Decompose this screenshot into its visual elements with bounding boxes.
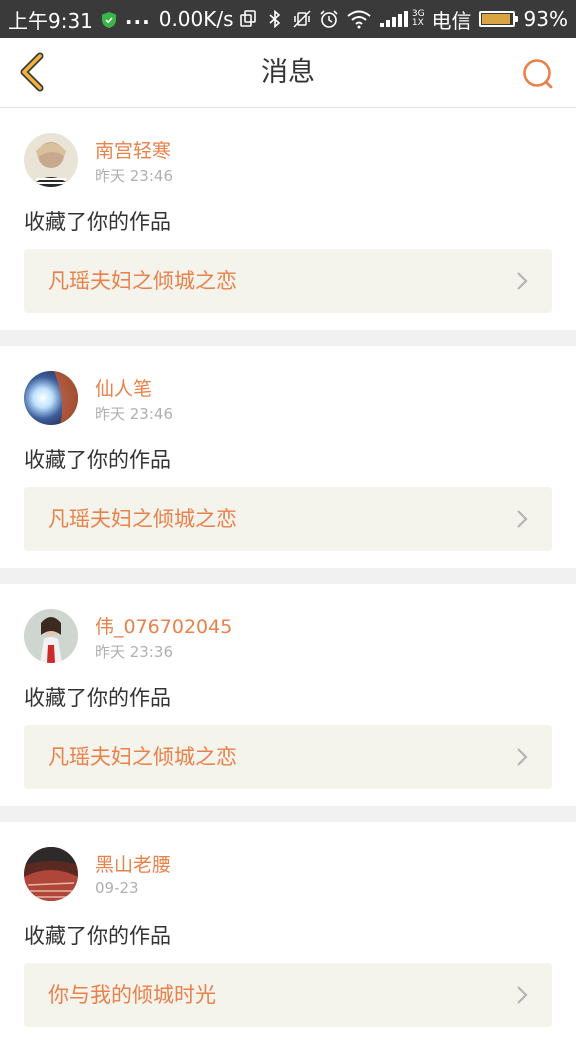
avatar[interactable] (24, 609, 78, 663)
message-text: 收藏了你的作品 (24, 448, 171, 472)
bluetooth-icon (265, 9, 285, 29)
more-notifications-icon: ... (124, 5, 151, 29)
message-text: 收藏了你的作品 (24, 210, 171, 234)
message-card: 黑山老腰 09-23 收藏了你的作品 你与我的倾城时光 (0, 822, 576, 1044)
message-card: 伟_076702045 昨天 23:36 收藏了你的作品 凡瑶夫妇之倾城之恋 (0, 584, 576, 806)
avatar[interactable] (24, 371, 78, 425)
carrier-name: 电信 (431, 8, 472, 33)
message-time: 昨天 23:46 (95, 167, 173, 185)
message-time: 昨天 23:46 (95, 405, 173, 423)
avatar[interactable] (24, 133, 78, 187)
security-shield-icon (101, 10, 117, 28)
sender-name[interactable]: 南宫轻寒 (95, 136, 171, 163)
message-text: 收藏了你的作品 (24, 686, 171, 710)
work-title: 凡瑶夫妇之倾城之恋 (48, 745, 237, 769)
work-title: 你与我的倾城时光 (48, 983, 216, 1007)
chevron-right-icon (517, 748, 528, 766)
vibrate-off-icon (292, 9, 312, 29)
sender-name[interactable]: 仙人笔 (95, 374, 152, 401)
network-speed: 0.00K/s (158, 7, 234, 31)
work-link[interactable]: 凡瑶夫妇之倾城之恋 (24, 249, 552, 313)
screen-rotation-icon (238, 9, 258, 29)
sender-name[interactable]: 伟_076702045 (95, 612, 232, 639)
alarm-icon (319, 9, 339, 29)
chevron-right-icon (517, 510, 528, 528)
message-card: 南宫轻寒 昨天 23:46 收藏了你的作品 凡瑶夫妇之倾城之恋 (0, 108, 576, 330)
message-time: 昨天 23:36 (95, 643, 173, 661)
header-bar: 消息 (0, 38, 576, 108)
chevron-right-icon (517, 272, 528, 290)
battery-level-fill (481, 14, 510, 24)
page-title: 消息 (261, 57, 315, 88)
battery-icon (478, 11, 518, 27)
wifi-icon (346, 9, 372, 29)
status-time: 上午9:31 (8, 8, 93, 33)
work-link[interactable]: 你与我的倾城时光 (24, 963, 552, 1027)
signal-strength-icon (379, 9, 409, 29)
battery-percent: 93% (523, 7, 568, 31)
message-card: 仙人笔 昨天 23:46 收藏了你的作品 凡瑶夫妇之倾城之恋 (0, 346, 576, 568)
work-title: 凡瑶夫妇之倾城之恋 (48, 269, 237, 293)
search-icon (523, 59, 553, 89)
sender-name[interactable]: 黑山老腰 (95, 850, 171, 877)
work-link[interactable]: 凡瑶夫妇之倾城之恋 (24, 725, 552, 789)
message-time: 09-23 (95, 879, 139, 897)
search-button[interactable] (520, 56, 556, 92)
work-title: 凡瑶夫妇之倾城之恋 (48, 507, 237, 531)
message-text: 收藏了你的作品 (24, 924, 171, 948)
status-bar: 上午9:31 ... 0.00K/s 3G 1X 电信 93% (0, 0, 576, 38)
chevron-right-icon (517, 986, 528, 1004)
work-link[interactable]: 凡瑶夫妇之倾城之恋 (24, 487, 552, 551)
network-type: 3G 1X (411, 9, 425, 28)
avatar[interactable] (24, 847, 78, 901)
